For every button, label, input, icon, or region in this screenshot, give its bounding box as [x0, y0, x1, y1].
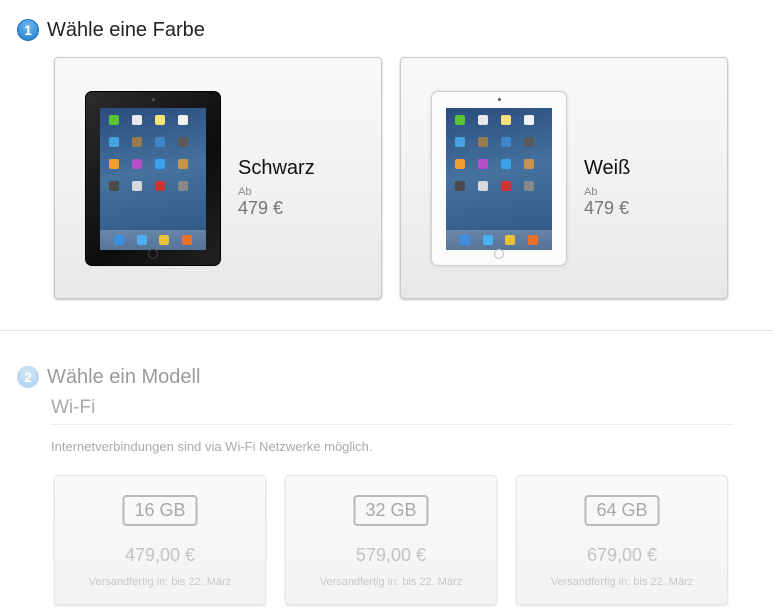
color-label-black: Schwarz Ab 479 € — [238, 156, 315, 218]
app-icon — [178, 181, 188, 191]
dock-app-icon — [482, 235, 493, 245]
app-icon — [109, 137, 119, 147]
app-icon — [501, 159, 511, 169]
camera-dot — [498, 98, 501, 101]
app-icon — [524, 181, 534, 191]
app-icon — [155, 159, 165, 169]
color-label-white: Weiß Ab 479 € — [584, 156, 630, 218]
step-2-header: 2 Wähle ein Modell — [17, 362, 200, 392]
step-2-number-badge: 2 — [17, 366, 39, 388]
ipad-black-image — [85, 91, 221, 266]
color-name: Weiß — [584, 157, 631, 179]
step-2-title: Wähle ein Modell — [47, 365, 201, 388]
app-icon — [132, 181, 142, 191]
step-1-title: Wähle eine Farbe — [47, 18, 205, 41]
app-icon — [455, 115, 465, 125]
app-icon — [501, 115, 511, 125]
app-icon — [478, 115, 488, 125]
step-1-number-badge: 1 — [17, 19, 39, 41]
app-icon — [478, 137, 488, 147]
home-button-icon — [494, 249, 504, 259]
dock-app-icon — [136, 235, 147, 245]
home-button-icon — [148, 249, 158, 259]
app-icon — [524, 115, 534, 125]
app-icon — [455, 181, 465, 191]
color-option-white[interactable]: Weiß Ab 479 € — [400, 57, 728, 299]
capacity-option-64gb[interactable]: 64 GB 679,00 € Versandfertig in: bis 22.… — [516, 475, 728, 605]
app-icon — [501, 181, 511, 191]
capacity-option-16gb[interactable]: 16 GB 479,00 € Versandfertig in: bis 22.… — [54, 475, 266, 605]
app-icon — [178, 137, 188, 147]
app-icon — [132, 137, 142, 147]
capacity-option-32gb[interactable]: 32 GB 579,00 € Versandfertig in: bis 22.… — [285, 475, 497, 605]
ipad-white-image — [431, 91, 567, 266]
app-icon — [478, 181, 488, 191]
dock-app-icon — [159, 235, 170, 245]
app-icon — [155, 115, 165, 125]
wifi-divider — [51, 424, 733, 425]
capacity-size-badge: 16 GB — [122, 495, 198, 526]
camera-dot — [152, 98, 155, 101]
app-icon — [155, 137, 165, 147]
shipping-info: Versandfertig in: bis 22. März — [319, 576, 463, 588]
app-icon-grid — [109, 115, 199, 191]
shipping-info: Versandfertig in: bis 22. März — [88, 576, 232, 588]
capacity-price: 479,00 € — [124, 545, 196, 565]
app-icon — [478, 159, 488, 169]
app-icon — [132, 115, 142, 125]
app-icon — [109, 181, 119, 191]
app-icon — [455, 159, 465, 169]
ipad-screen — [446, 108, 552, 250]
price-from-label: Ab — [238, 186, 252, 198]
capacity-price: 679,00 € — [586, 545, 658, 565]
dock-app-icon — [505, 235, 516, 245]
app-icon — [178, 115, 188, 125]
color-option-black[interactable]: Schwarz Ab 479 € — [54, 57, 382, 299]
ipad-screen — [100, 108, 206, 250]
app-icon — [109, 159, 119, 169]
capacity-size-badge: 32 GB — [353, 495, 429, 526]
dock-app-icon — [460, 235, 471, 245]
app-dock — [100, 230, 206, 250]
color-price: 479 € — [584, 198, 630, 218]
app-icon — [155, 181, 165, 191]
dock-app-icon — [527, 235, 538, 245]
wifi-description: Internetverbindungen sind via Wi-Fi Netz… — [51, 439, 373, 454]
app-icon — [524, 137, 534, 147]
app-icon — [501, 137, 511, 147]
section-divider — [0, 330, 773, 331]
app-icon — [455, 137, 465, 147]
app-icon — [524, 159, 534, 169]
color-price: 479 € — [238, 198, 284, 218]
app-icon — [109, 115, 119, 125]
shipping-info: Versandfertig in: bis 22. März — [550, 576, 694, 588]
capacity-size-badge: 64 GB — [584, 495, 660, 526]
app-icon — [132, 159, 142, 169]
capacity-price: 579,00 € — [355, 545, 427, 565]
wifi-section-title: Wi-Fi — [51, 397, 96, 418]
step-1-header: 1 Wähle eine Farbe — [17, 15, 205, 45]
color-name: Schwarz — [238, 157, 315, 179]
dock-app-icon — [181, 235, 192, 245]
app-icon — [178, 159, 188, 169]
app-icon-grid — [455, 115, 545, 191]
app-dock — [446, 230, 552, 250]
price-from-label: Ab — [584, 186, 598, 198]
dock-app-icon — [114, 235, 125, 245]
